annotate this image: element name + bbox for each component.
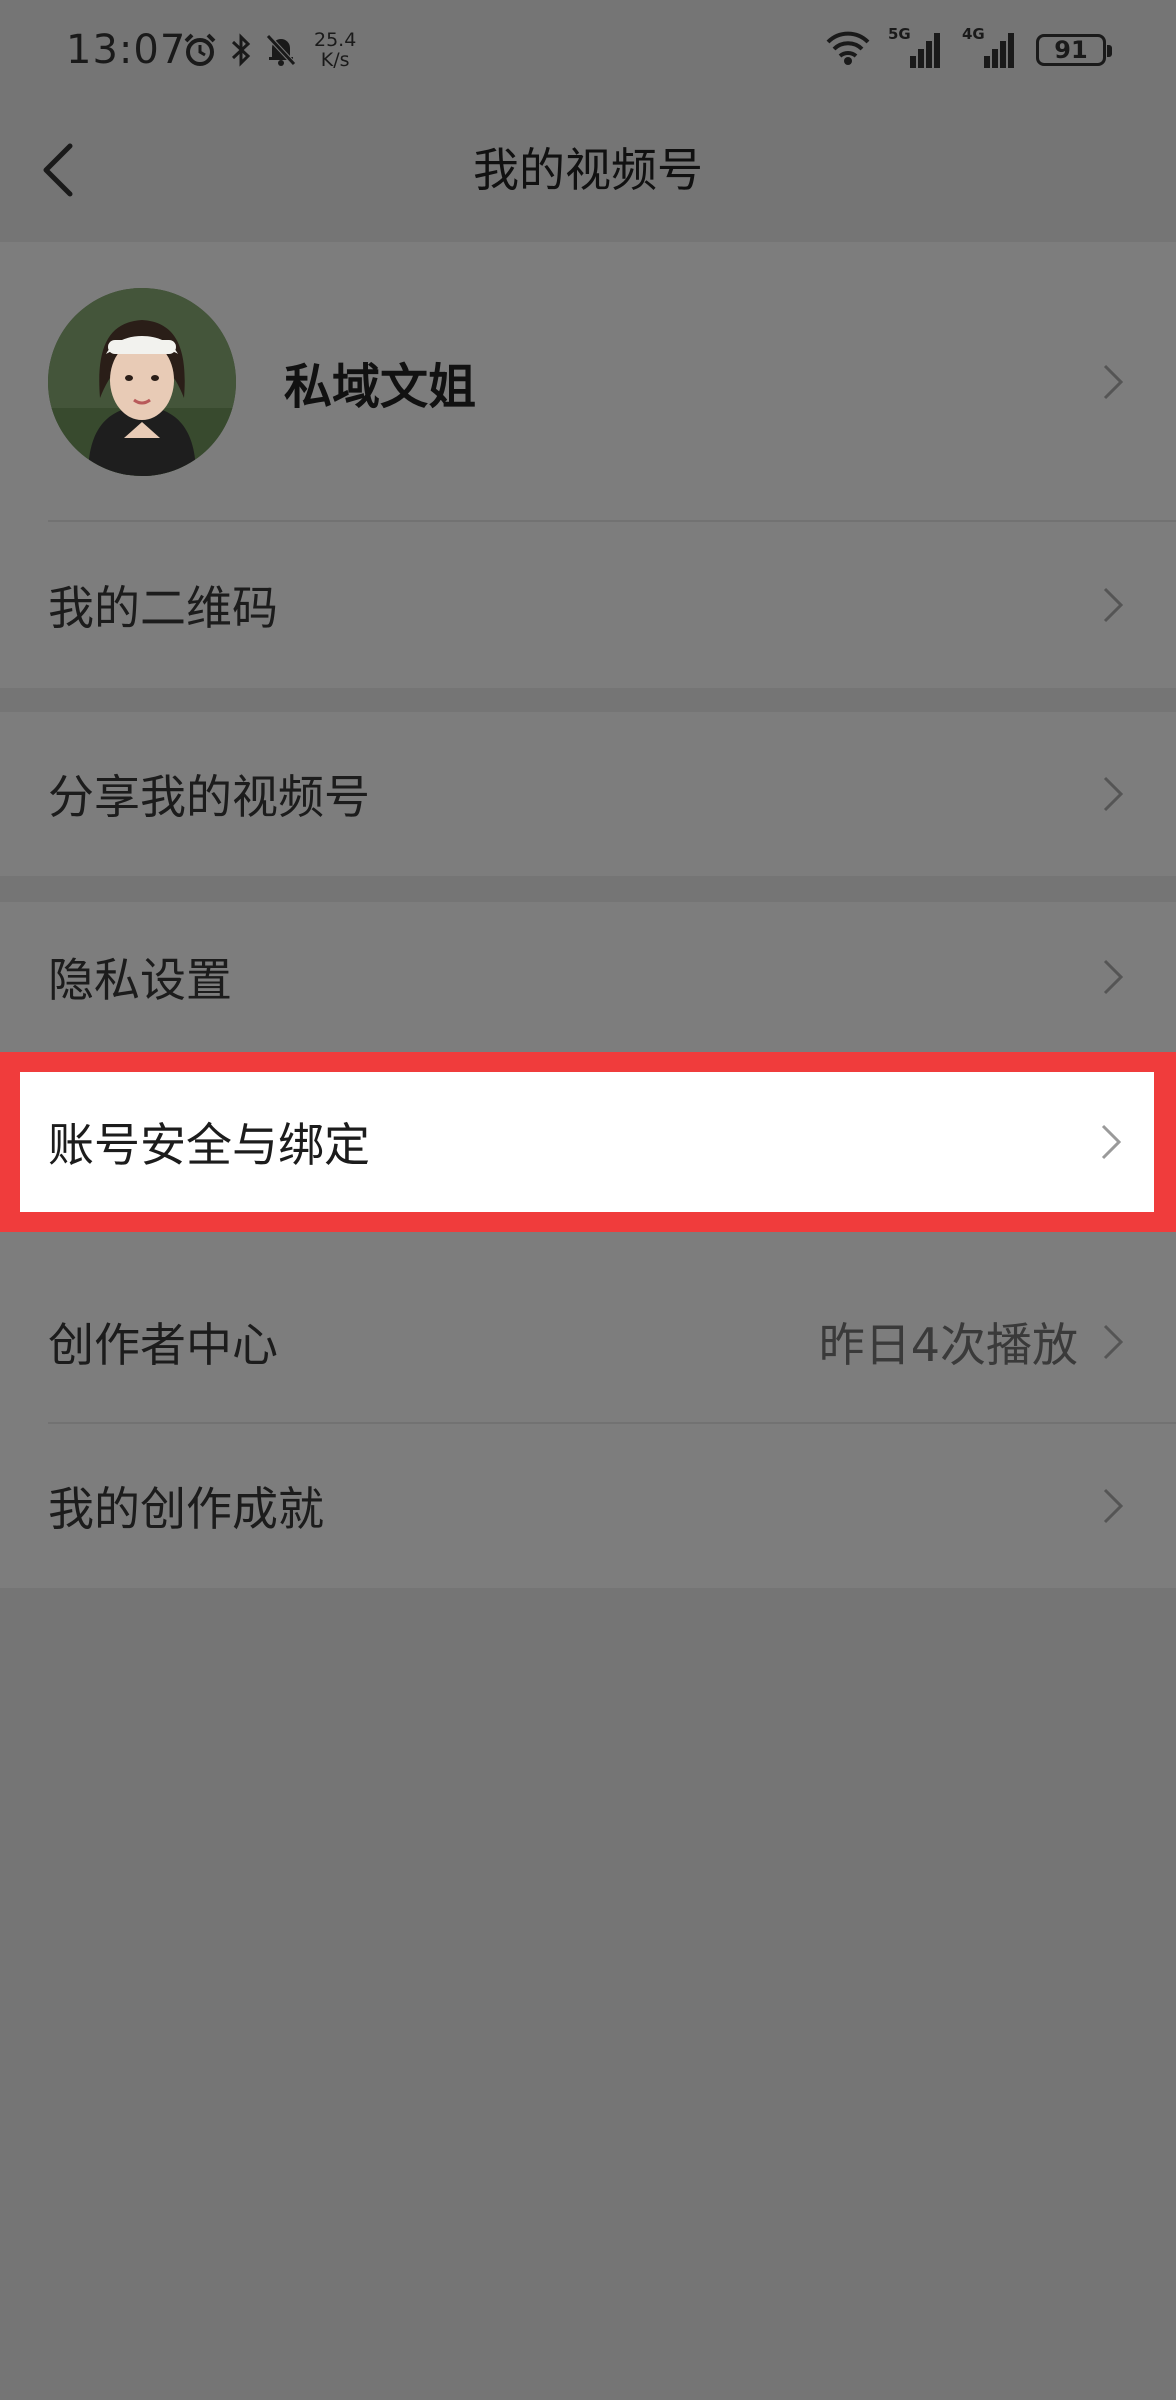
battery-icon: 91 (1036, 34, 1112, 66)
chevron-right-icon (1098, 583, 1128, 627)
menu-item-achievements[interactable]: 我的创作成就 (0, 1424, 1176, 1588)
menu-item-account-security[interactable]: 账号安全与绑定 (20, 1072, 1154, 1212)
alarm-icon (182, 32, 218, 68)
menu-item-qr-code[interactable]: 我的二维码 (0, 522, 1176, 688)
menu-item-label: 分享我的视频号 (48, 770, 370, 824)
chevron-right-icon (1098, 1484, 1128, 1528)
profile-row[interactable]: 私域文姐 (0, 242, 1176, 522)
menu-item-label: 我的二维码 (48, 581, 278, 635)
chevron-right-icon (1098, 360, 1128, 404)
menu-item-privacy[interactable]: 隐私设置 (0, 902, 1176, 1052)
status-icons-left: 25.4 K/s (182, 26, 356, 74)
share-card: 分享我的视频号 (0, 712, 1176, 876)
signal-5g-icon: 5G (888, 26, 944, 70)
status-icons-right: 5G 4G 91 (826, 26, 1112, 74)
page-title: 我的视频号 (473, 143, 703, 197)
net-speed-value: 25.4 (314, 29, 357, 51)
menu-item-share[interactable]: 分享我的视频号 (0, 712, 1176, 876)
battery-level: 91 (1054, 36, 1088, 64)
mute-bell-icon (264, 32, 298, 68)
signal-5g-label: 5G (888, 25, 911, 43)
profile-card: 私域文姐 我的二维码 (0, 242, 1176, 688)
nav-bar: 我的视频号 (0, 100, 1176, 240)
net-speed-unit: K/s (320, 49, 350, 71)
net-speed: 25.4 K/s (314, 30, 356, 70)
bluetooth-icon (228, 32, 254, 68)
highlight-frame: 账号安全与绑定 (0, 1052, 1176, 1232)
profile-name: 私域文姐 (284, 359, 477, 415)
wifi-icon (826, 30, 870, 70)
chevron-right-icon (1096, 1120, 1126, 1164)
menu-item-label: 账号安全与绑定 (48, 1118, 370, 1172)
avatar (48, 288, 236, 476)
menu-item-label: 隐私设置 (48, 953, 232, 1007)
creator-card: 创作者中心 昨日4次播放 我的创作成就 (0, 1260, 1176, 1588)
menu-item-label: 创作者中心 (48, 1318, 278, 1372)
menu-item-creator-center[interactable]: 创作者中心 昨日4次播放 (0, 1260, 1176, 1424)
creator-center-stat: 昨日4次播放 (818, 1318, 1078, 1372)
chevron-right-icon (1098, 955, 1128, 999)
status-bar: 13:07 25.4 K/s 5G 4G 91 (0, 0, 1176, 100)
signal-4g-label: 4G (962, 25, 985, 43)
chevron-right-icon (1098, 1320, 1128, 1364)
chevron-right-icon (1098, 772, 1128, 816)
menu-item-label: 我的创作成就 (48, 1482, 324, 1536)
signal-4g-icon: 4G (962, 26, 1018, 70)
status-time: 13:07 (66, 27, 187, 73)
